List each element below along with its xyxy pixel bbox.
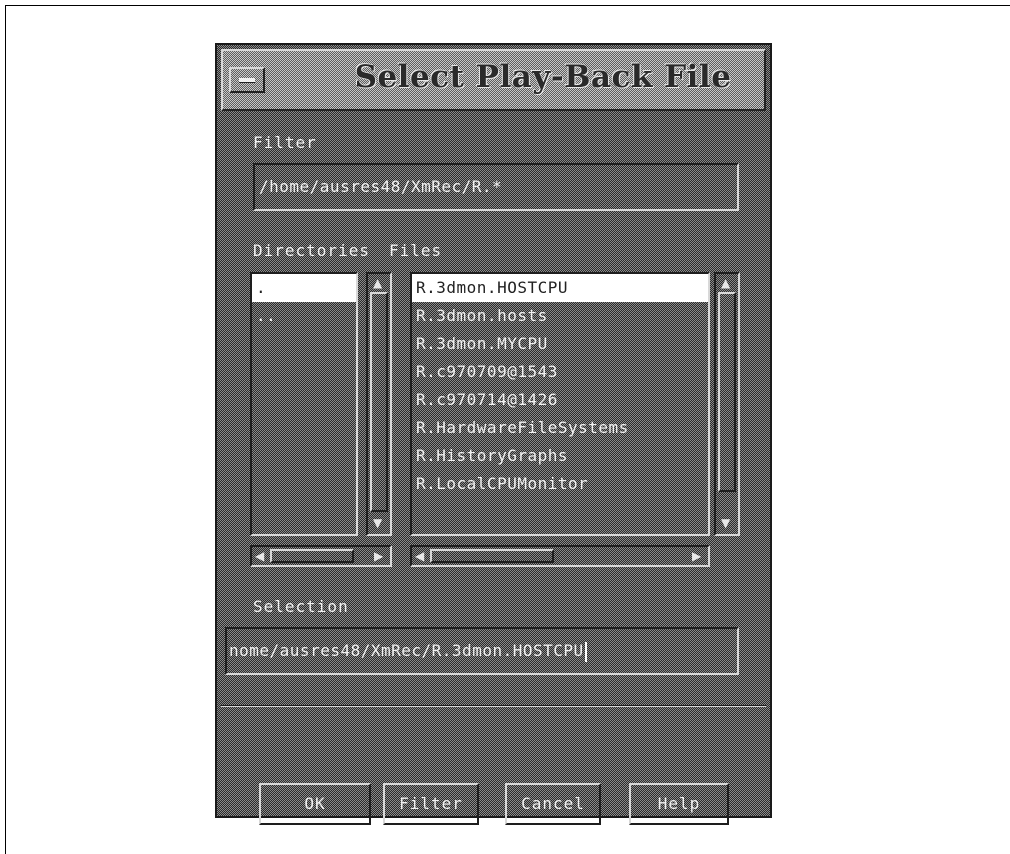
files-horizontal-scrollbar[interactable]: ◀ ▶ — [410, 545, 710, 567]
directories-horizontal-scrollbar[interactable]: ◀ ▶ — [250, 545, 392, 567]
file-list-item[interactable]: R.HistoryGraphs — [412, 442, 708, 470]
arrow-left-icon[interactable]: ◀ — [415, 550, 424, 562]
selection-value: nome/ausres48/XmRec/R.3dmon.HOSTCPU — [229, 641, 584, 660]
filter-label: Filter — [253, 133, 317, 152]
directory-list-item[interactable]: .. — [252, 302, 356, 330]
files-horizontal-scroll-thumb[interactable] — [430, 549, 554, 563]
file-list-item[interactable]: R.3dmon.HOSTCPU — [412, 274, 708, 302]
directory-list-item[interactable]: . — [252, 274, 356, 302]
button-separator — [221, 705, 766, 707]
arrow-up-icon[interactable]: ▲ — [721, 277, 730, 289]
directories-vertical-scrollbar[interactable]: ▲ ▼ — [366, 272, 392, 536]
files-vertical-scroll-thumb[interactable] — [718, 292, 736, 492]
file-list-item[interactable]: R.c970714@1426 — [412, 386, 708, 414]
ok-button[interactable]: OK — [259, 783, 371, 825]
filter-button[interactable]: Filter — [383, 783, 479, 825]
help-button[interactable]: Help — [629, 783, 729, 825]
arrow-right-icon[interactable]: ▶ — [692, 550, 701, 562]
arrow-up-icon[interactable]: ▲ — [373, 277, 382, 289]
arrow-down-icon[interactable]: ▼ — [373, 517, 382, 529]
window-menu-icon[interactable] — [229, 67, 265, 93]
file-list-item[interactable]: R.3dmon.MYCPU — [412, 330, 708, 358]
title-bar[interactable]: Select Play-Back File — [221, 49, 766, 111]
text-cursor — [584, 641, 587, 662]
selection-label: Selection — [253, 597, 349, 616]
arrow-right-icon[interactable]: ▶ — [374, 550, 383, 562]
arrow-down-icon[interactable]: ▼ — [721, 517, 730, 529]
filter-input[interactable]: /home/ausres48/XmRec/R.* — [253, 163, 739, 211]
file-list-item[interactable]: R.3dmon.hosts — [412, 302, 708, 330]
directories-horizontal-scroll-thumb[interactable] — [270, 549, 354, 563]
directories-list[interactable]: ... — [250, 272, 358, 536]
dialog-title: Select Play-Back File — [354, 59, 732, 95]
files-vertical-scrollbar[interactable]: ▲ ▼ — [714, 272, 740, 536]
selection-input[interactable]: nome/ausres48/XmRec/R.3dmon.HOSTCPU — [225, 627, 739, 675]
file-list-item[interactable]: R.c970709@1543 — [412, 358, 708, 386]
arrow-left-icon[interactable]: ◀ — [255, 550, 264, 562]
files-list[interactable]: R.3dmon.HOSTCPU R.3dmon.hosts R.3dmon.MYCP… — [410, 272, 710, 536]
file-list-item[interactable]: R.HardwareFileSystems — [412, 414, 708, 442]
select-playback-dialog: Select Play-Back File Filter /home/ausre… — [215, 43, 772, 825]
directories-vertical-scroll-thumb[interactable] — [370, 292, 388, 512]
file-list-item[interactable]: R.LocalCPUMonitor — [412, 470, 708, 498]
directories-label: Directories — [253, 241, 370, 260]
cancel-button[interactable]: Cancel — [505, 783, 601, 825]
files-label: Files — [389, 241, 443, 260]
